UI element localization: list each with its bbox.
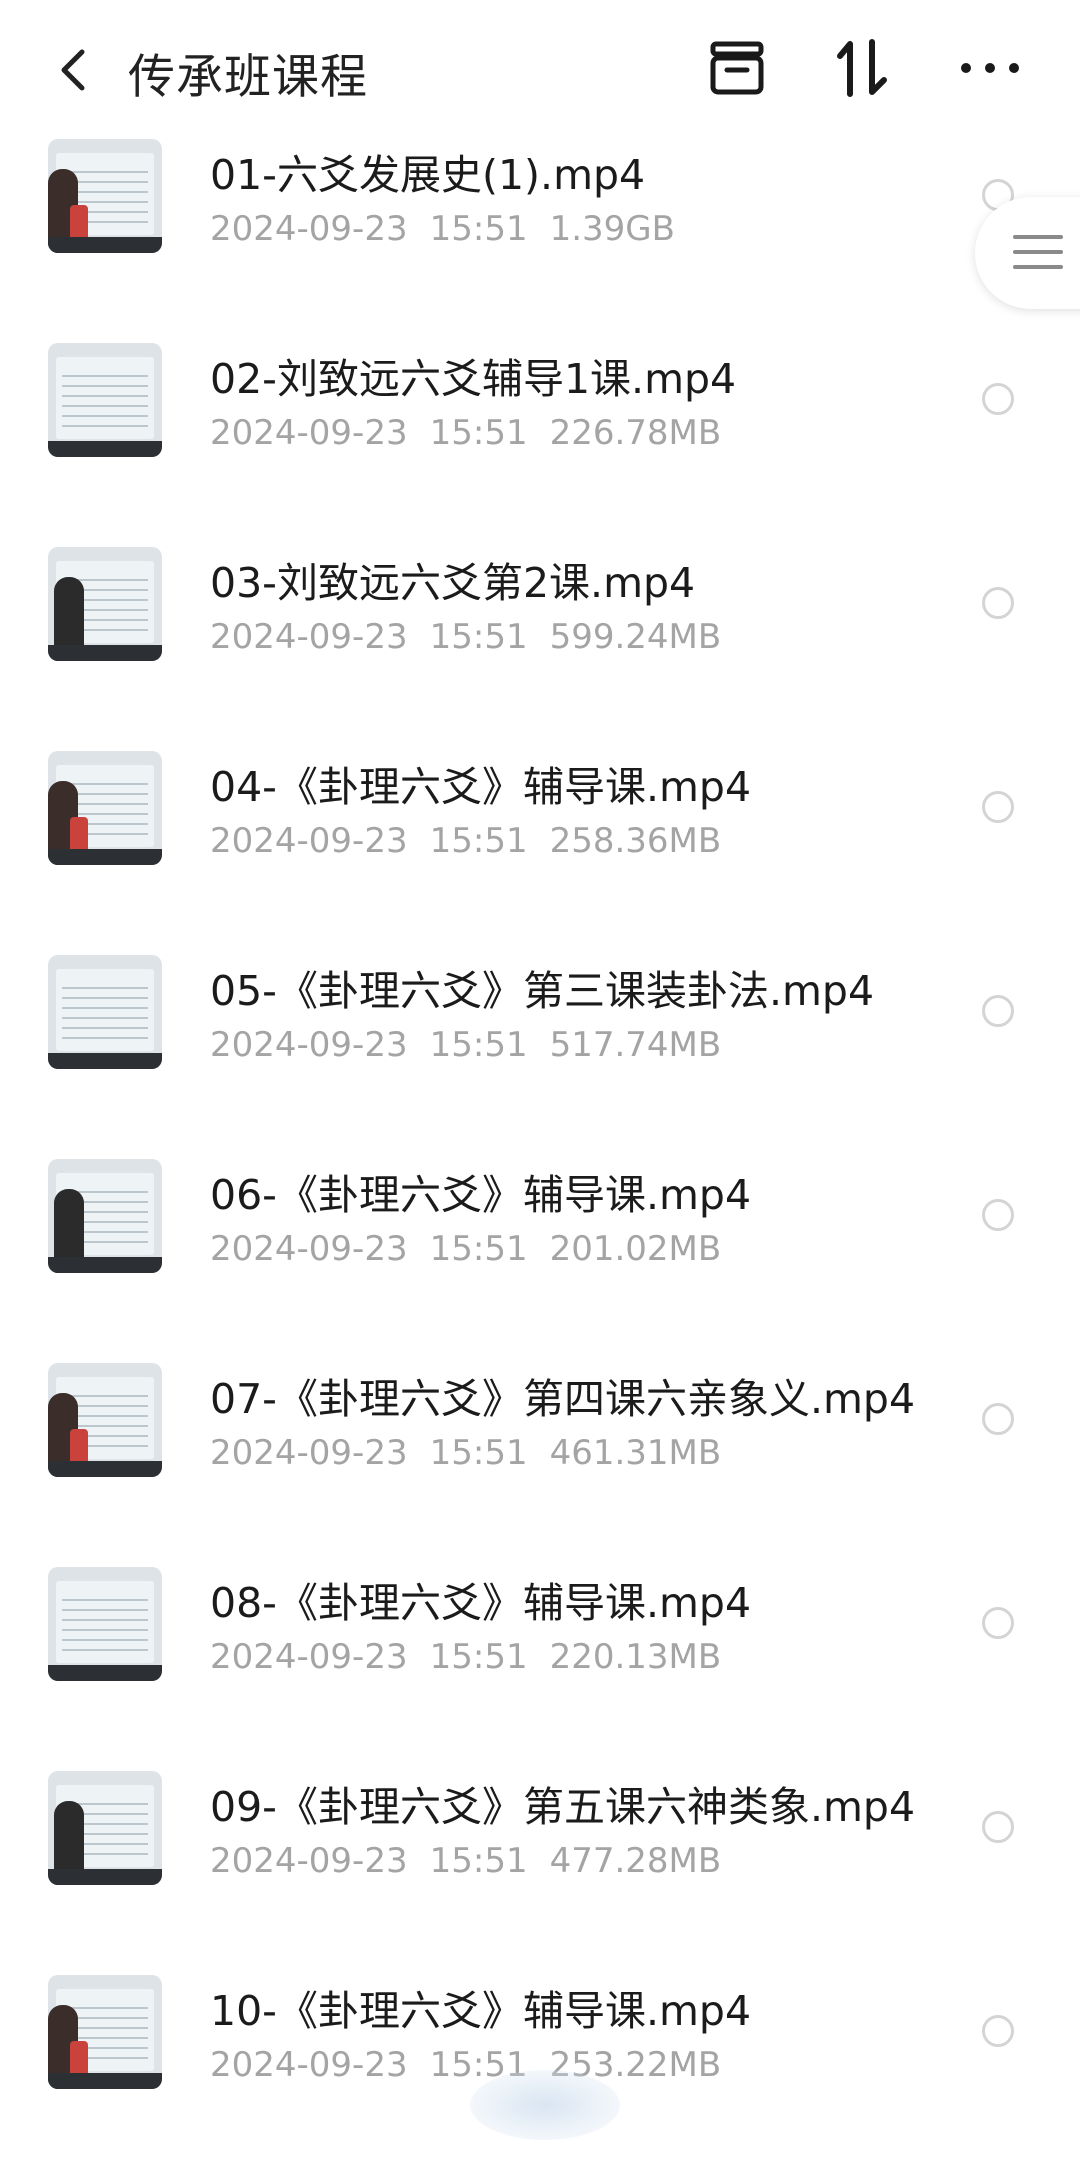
- file-size: 258.36MB: [549, 821, 722, 861]
- side-menu-handle[interactable]: [975, 197, 1080, 309]
- file-row[interactable]: 08-《卦理六爻》辅导课.mp4 2024-09-23 15:51 220.13MB: [0, 1563, 1080, 1767]
- video-thumbnail[interactable]: [48, 1975, 162, 2089]
- file-time: 15:51: [429, 209, 528, 249]
- video-thumbnail[interactable]: [48, 955, 162, 1069]
- app-header: 传承班课程: [0, 0, 1080, 135]
- file-meta: 2024-09-23 15:51 1.39GB: [210, 209, 697, 249]
- file-meta: 2024-09-23 15:51 599.24MB: [210, 617, 743, 657]
- file-meta: 2024-09-23 15:51 258.36MB: [210, 821, 743, 861]
- file-row[interactable]: 05-《卦理六爻》第三课装卦法.mp4 2024-09-23 15:51 517.7…: [0, 951, 1080, 1155]
- file-size: 1.39GB: [549, 209, 675, 249]
- video-thumbnail[interactable]: [48, 1567, 162, 1681]
- file-time: 15:51: [429, 1433, 528, 1473]
- file-size: 461.31MB: [549, 1433, 722, 1473]
- select-radio[interactable]: [982, 1199, 1014, 1231]
- file-date: 2024-09-23: [210, 2045, 408, 2085]
- file-time: 15:51: [429, 1229, 528, 1269]
- file-meta: 2024-09-23 15:51 201.02MB: [210, 1229, 743, 1269]
- file-row[interactable]: 04-《卦理六爻》辅导课.mp4 2024-09-23 15:51 258.36MB: [0, 747, 1080, 951]
- file-date: 2024-09-23: [210, 1637, 408, 1677]
- file-size: 599.24MB: [549, 617, 722, 657]
- file-meta: 2024-09-23 15:51 477.28MB: [210, 1841, 743, 1881]
- video-thumbnail[interactable]: [48, 751, 162, 865]
- file-date: 2024-09-23: [210, 1229, 408, 1269]
- video-thumbnail[interactable]: [48, 343, 162, 457]
- floating-button-shadow: [470, 2070, 620, 2140]
- file-date: 2024-09-23: [210, 821, 408, 861]
- file-date: 2024-09-23: [210, 617, 408, 657]
- file-name: 10-《卦理六爻》辅导课.mp4: [210, 1987, 752, 2035]
- file-size: 226.78MB: [549, 413, 722, 453]
- file-date: 2024-09-23: [210, 413, 408, 453]
- select-radio[interactable]: [982, 995, 1014, 1027]
- file-time: 15:51: [429, 1841, 528, 1881]
- file-name: 05-《卦理六爻》第三课装卦法.mp4: [210, 967, 875, 1015]
- sort-icon: [837, 39, 887, 97]
- file-name: 01-六爻发展史(1).mp4: [210, 151, 646, 199]
- chevron-left-icon: [61, 49, 85, 91]
- file-name: 07-《卦理六爻》第四课六亲象义.mp4: [210, 1375, 916, 1423]
- file-date: 2024-09-23: [210, 1433, 408, 1473]
- file-size: 477.28MB: [549, 1841, 722, 1881]
- select-radio[interactable]: [982, 383, 1014, 415]
- select-radio[interactable]: [982, 1607, 1014, 1639]
- file-meta: 2024-09-23 15:51 226.78MB: [210, 413, 743, 453]
- video-thumbnail[interactable]: [48, 139, 162, 253]
- file-meta: 2024-09-23 15:51 517.74MB: [210, 1025, 743, 1065]
- file-row[interactable]: 07-《卦理六爻》第四课六亲象义.mp4 2024-09-23 15:51 461.…: [0, 1359, 1080, 1563]
- file-size: 517.74MB: [549, 1025, 722, 1065]
- file-size: 220.13MB: [549, 1637, 722, 1677]
- video-thumbnail[interactable]: [48, 1159, 162, 1273]
- video-thumbnail[interactable]: [48, 547, 162, 661]
- file-date: 2024-09-23: [210, 209, 408, 249]
- file-time: 15:51: [429, 413, 528, 453]
- file-meta: 2024-09-23 15:51 253.22MB: [210, 2045, 743, 2085]
- file-time: 15:51: [429, 1637, 528, 1677]
- file-row[interactable]: 09-《卦理六爻》第五课六神类象.mp4 2024-09-23 15:51 477.…: [0, 1767, 1080, 1971]
- file-time: 15:51: [429, 1025, 528, 1065]
- page-title: 传承班课程: [128, 50, 368, 105]
- file-row[interactable]: 06-《卦理六爻》辅导课.mp4 2024-09-23 15:51 201.02MB: [0, 1155, 1080, 1359]
- more-button[interactable]: [958, 36, 1022, 100]
- select-radio[interactable]: [982, 1811, 1014, 1843]
- video-thumbnail[interactable]: [48, 1363, 162, 1477]
- file-time: 15:51: [429, 617, 528, 657]
- file-name: 08-《卦理六爻》辅导课.mp4: [210, 1579, 752, 1627]
- file-name: 02-刘致远六爻辅导1课.mp4: [210, 355, 737, 403]
- video-thumbnail[interactable]: [48, 1771, 162, 1885]
- select-radio[interactable]: [982, 791, 1014, 823]
- file-name: 09-《卦理六爻》第五课六神类象.mp4: [210, 1783, 916, 1831]
- more-horizontal-icon: [961, 63, 1019, 73]
- file-row[interactable]: 03-刘致远六爻第2课.mp4 2024-09-23 15:51 599.24MB: [0, 543, 1080, 747]
- select-radio[interactable]: [982, 1403, 1014, 1435]
- file-list: 01-六爻发展史(1).mp4 2024-09-23 15:51 1.39GB 02…: [0, 135, 1080, 2175]
- archive-button[interactable]: [705, 36, 769, 100]
- select-radio[interactable]: [982, 2015, 1014, 2047]
- file-date: 2024-09-23: [210, 1841, 408, 1881]
- file-time: 15:51: [429, 821, 528, 861]
- back-button[interactable]: [50, 40, 100, 100]
- archive-box-icon: [710, 41, 764, 95]
- file-name: 03-刘致远六爻第2课.mp4: [210, 559, 696, 607]
- file-name: 04-《卦理六爻》辅导课.mp4: [210, 763, 752, 811]
- file-row[interactable]: 02-刘致远六爻辅导1课.mp4 2024-09-23 15:51 226.78MB: [0, 339, 1080, 543]
- file-size: 201.02MB: [549, 1229, 722, 1269]
- file-meta: 2024-09-23 15:51 220.13MB: [210, 1637, 743, 1677]
- select-radio[interactable]: [982, 587, 1014, 619]
- file-row[interactable]: 01-六爻发展史(1).mp4 2024-09-23 15:51 1.39GB: [0, 135, 1080, 339]
- file-meta: 2024-09-23 15:51 461.31MB: [210, 1433, 743, 1473]
- file-date: 2024-09-23: [210, 1025, 408, 1065]
- sort-button[interactable]: [830, 36, 894, 100]
- file-name: 06-《卦理六爻》辅导课.mp4: [210, 1171, 752, 1219]
